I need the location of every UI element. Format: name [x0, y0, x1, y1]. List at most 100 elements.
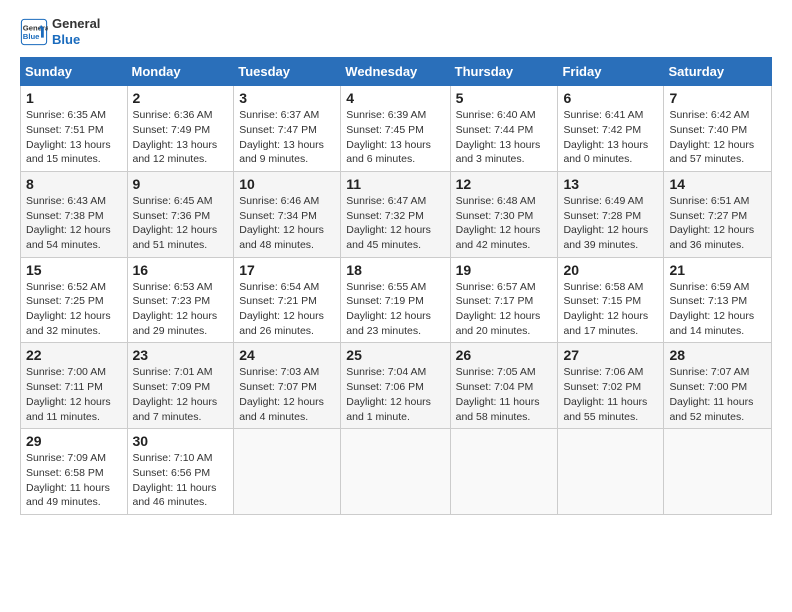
day-info: Sunrise: 6:42 AM Sunset: 7:40 PM Dayligh… — [669, 108, 766, 167]
table-row: 24Sunrise: 7:03 AM Sunset: 7:07 PM Dayli… — [234, 343, 341, 429]
table-row: 19 Sunrise: 6:57 AM Sunset: 7:17 PM Dayli… — [450, 257, 558, 343]
col-wednesday: Wednesday — [341, 58, 450, 86]
day-number: 25 — [346, 347, 444, 363]
day-info: Sunrise: 6:46 AM Sunset: 7:34 PM Dayligh… — [239, 194, 335, 253]
table-row — [664, 429, 772, 515]
day-number: 26 — [456, 347, 553, 363]
day-info: Sunrise: 6:59 AM Sunset: 7:13 PM Dayligh… — [669, 280, 766, 339]
day-number: 22 — [26, 347, 122, 363]
table-row: 18 Sunrise: 6:55 AM Sunset: 7:19 PM Dayli… — [341, 257, 450, 343]
header: General Blue General Blue — [20, 16, 772, 47]
table-row: 1Sunrise: 6:35 AM Sunset: 7:51 PM Daylig… — [21, 86, 128, 172]
day-info: Sunrise: 6:55 AM Sunset: 7:19 PM Dayligh… — [346, 280, 444, 339]
table-row: 16 Sunrise: 6:53 AM Sunset: 7:23 PM Dayli… — [127, 257, 234, 343]
day-info: Sunrise: 6:35 AM Sunset: 7:51 PM Dayligh… — [26, 108, 122, 167]
day-info: Sunrise: 6:37 AM Sunset: 7:47 PM Dayligh… — [239, 108, 335, 167]
day-info: Sunrise: 6:57 AM Sunset: 7:17 PM Dayligh… — [456, 280, 553, 339]
svg-text:General: General — [23, 23, 48, 32]
col-saturday: Saturday — [664, 58, 772, 86]
page: General Blue General Blue Sunday Monday … — [0, 0, 792, 612]
table-row: 17 Sunrise: 6:54 AM Sunset: 7:21 PM Dayli… — [234, 257, 341, 343]
day-number: 12 — [456, 176, 553, 192]
table-row — [450, 429, 558, 515]
table-row: 6Sunrise: 6:41 AM Sunset: 7:42 PM Daylig… — [558, 86, 664, 172]
table-row: 25 Sunrise: 7:04 AM Sunset: 7:06 PM Dayli… — [341, 343, 450, 429]
day-number: 11 — [346, 176, 444, 192]
day-info: Sunrise: 6:51 AM Sunset: 7:27 PM Dayligh… — [669, 194, 766, 253]
day-info: Sunrise: 7:05 AM Sunset: 7:04 PM Dayligh… — [456, 365, 553, 424]
table-row: 4 Sunrise: 6:39 AM Sunset: 7:45 PM Daylig… — [341, 86, 450, 172]
day-info: Sunrise: 6:53 AM Sunset: 7:23 PM Dayligh… — [133, 280, 229, 339]
col-friday: Friday — [558, 58, 664, 86]
day-info: Sunrise: 7:09 AM Sunset: 6:58 PM Dayligh… — [26, 451, 122, 510]
table-row: 12 Sunrise: 6:48 AM Sunset: 7:30 PM Dayli… — [450, 171, 558, 257]
day-number: 4 — [346, 90, 444, 106]
calendar-table: Sunday Monday Tuesday Wednesday Thursday… — [20, 57, 772, 515]
table-row: 3 Sunrise: 6:37 AM Sunset: 7:47 PM Daylig… — [234, 86, 341, 172]
table-row: 8 Sunrise: 6:43 AM Sunset: 7:38 PM Daylig… — [21, 171, 128, 257]
day-number: 2 — [133, 90, 229, 106]
day-number: 19 — [456, 262, 553, 278]
day-info: Sunrise: 7:07 AM Sunset: 7:00 PM Dayligh… — [669, 365, 766, 424]
calendar-week-row: 15Sunrise: 6:52 AM Sunset: 7:25 PM Dayli… — [21, 257, 772, 343]
col-monday: Monday — [127, 58, 234, 86]
day-info: Sunrise: 7:00 AM Sunset: 7:11 PM Dayligh… — [26, 365, 122, 424]
day-number: 30 — [133, 433, 229, 449]
day-info: Sunrise: 7:01 AM Sunset: 7:09 PM Dayligh… — [133, 365, 229, 424]
logo-icon: General Blue — [20, 18, 48, 46]
day-info: Sunrise: 6:47 AM Sunset: 7:32 PM Dayligh… — [346, 194, 444, 253]
table-row: 22 Sunrise: 7:00 AM Sunset: 7:11 PM Dayli… — [21, 343, 128, 429]
day-number: 3 — [239, 90, 335, 106]
day-number: 6 — [563, 90, 658, 106]
table-row: 13Sunrise: 6:49 AM Sunset: 7:28 PM Dayli… — [558, 171, 664, 257]
day-number: 23 — [133, 347, 229, 363]
day-number: 15 — [26, 262, 122, 278]
table-row: 9Sunrise: 6:45 AM Sunset: 7:36 PM Daylig… — [127, 171, 234, 257]
day-info: Sunrise: 6:43 AM Sunset: 7:38 PM Dayligh… — [26, 194, 122, 253]
col-tuesday: Tuesday — [234, 58, 341, 86]
day-number: 7 — [669, 90, 766, 106]
day-number: 24 — [239, 347, 335, 363]
table-row: 23 Sunrise: 7:01 AM Sunset: 7:09 PM Dayli… — [127, 343, 234, 429]
day-number: 17 — [239, 262, 335, 278]
table-row: 26 Sunrise: 7:05 AM Sunset: 7:04 PM Dayli… — [450, 343, 558, 429]
day-number: 5 — [456, 90, 553, 106]
table-row — [341, 429, 450, 515]
day-number: 28 — [669, 347, 766, 363]
day-info: Sunrise: 6:54 AM Sunset: 7:21 PM Dayligh… — [239, 280, 335, 339]
day-info: Sunrise: 6:40 AM Sunset: 7:44 PM Dayligh… — [456, 108, 553, 167]
day-number: 16 — [133, 262, 229, 278]
table-row: 14 Sunrise: 6:51 AM Sunset: 7:27 PM Dayli… — [664, 171, 772, 257]
day-number: 21 — [669, 262, 766, 278]
table-row: 15Sunrise: 6:52 AM Sunset: 7:25 PM Dayli… — [21, 257, 128, 343]
calendar-week-row: 1Sunrise: 6:35 AM Sunset: 7:51 PM Daylig… — [21, 86, 772, 172]
day-info: Sunrise: 7:10 AM Sunset: 6:56 PM Dayligh… — [133, 451, 229, 510]
day-number: 29 — [26, 433, 122, 449]
col-thursday: Thursday — [450, 58, 558, 86]
logo: General Blue General Blue — [20, 16, 100, 47]
table-row — [558, 429, 664, 515]
table-row: 20Sunrise: 6:58 AM Sunset: 7:15 PM Dayli… — [558, 257, 664, 343]
table-row: 10 Sunrise: 6:46 AM Sunset: 7:34 PM Dayli… — [234, 171, 341, 257]
day-info: Sunrise: 6:48 AM Sunset: 7:30 PM Dayligh… — [456, 194, 553, 253]
calendar-week-row: 8 Sunrise: 6:43 AM Sunset: 7:38 PM Daylig… — [21, 171, 772, 257]
day-number: 8 — [26, 176, 122, 192]
day-number: 18 — [346, 262, 444, 278]
day-number: 20 — [563, 262, 658, 278]
day-info: Sunrise: 7:04 AM Sunset: 7:06 PM Dayligh… — [346, 365, 444, 424]
day-info: Sunrise: 6:39 AM Sunset: 7:45 PM Dayligh… — [346, 108, 444, 167]
table-row: 28 Sunrise: 7:07 AM Sunset: 7:00 PM Dayli… — [664, 343, 772, 429]
table-row: 2 Sunrise: 6:36 AM Sunset: 7:49 PM Daylig… — [127, 86, 234, 172]
table-row: 21 Sunrise: 6:59 AM Sunset: 7:13 PM Dayli… — [664, 257, 772, 343]
calendar-header-row: Sunday Monday Tuesday Wednesday Thursday… — [21, 58, 772, 86]
day-number: 10 — [239, 176, 335, 192]
day-info: Sunrise: 6:36 AM Sunset: 7:49 PM Dayligh… — [133, 108, 229, 167]
day-number: 13 — [563, 176, 658, 192]
table-row: 27Sunrise: 7:06 AM Sunset: 7:02 PM Dayli… — [558, 343, 664, 429]
logo-text: General Blue — [52, 16, 100, 47]
svg-text:Blue: Blue — [23, 32, 40, 41]
table-row: 29 Sunrise: 7:09 AM Sunset: 6:58 PM Dayli… — [21, 429, 128, 515]
day-number: 9 — [133, 176, 229, 192]
col-sunday: Sunday — [21, 58, 128, 86]
day-number: 14 — [669, 176, 766, 192]
